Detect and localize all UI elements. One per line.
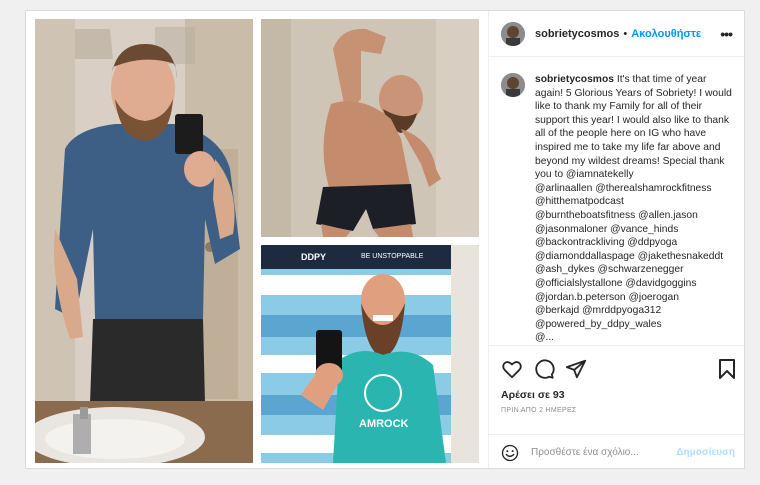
bookmark-icon[interactable] bbox=[717, 358, 737, 380]
caption-mention-line[interactable]: @arlinaallen @therealshamrockfitness bbox=[535, 182, 735, 196]
caption-mention-line[interactable]: @ash_dykes @schwarzenegger bbox=[535, 263, 735, 277]
banner-text-1: DDPY bbox=[301, 252, 326, 262]
post-header: sobrietycosmos • Ακολουθήστε ••• bbox=[489, 11, 744, 57]
paper-plane-icon[interactable] bbox=[565, 358, 587, 380]
caption-mention-line[interactable]: @hitthematpodcast bbox=[535, 195, 735, 209]
caption-mention-line[interactable]: @jasonmaloner @vance_hinds bbox=[535, 223, 735, 237]
comment-icon[interactable] bbox=[533, 358, 555, 380]
profile-avatar[interactable] bbox=[501, 21, 525, 46]
post-media[interactable]: DDPY BE UNSTOPPABLE AMROCK bbox=[26, 11, 488, 468]
header-username[interactable]: sobrietycosmos bbox=[535, 28, 619, 40]
action-icons-row bbox=[489, 346, 744, 382]
caption-avatar[interactable] bbox=[501, 73, 525, 97]
comment-box: Δημοσίευση bbox=[489, 434, 744, 468]
post-comment-button[interactable]: Δημοσίευση bbox=[676, 447, 735, 458]
caption-area[interactable]: sobrietycosmos It's that time of year ag… bbox=[489, 58, 744, 345]
caption-mention-line[interactable]: @backontrackliving @ddpyoga bbox=[535, 236, 735, 250]
comment-input[interactable] bbox=[531, 447, 671, 458]
header-separator: • bbox=[623, 27, 628, 40]
post-sidebar: sobrietycosmos • Ακολουθήστε ••• sobriet… bbox=[488, 11, 744, 468]
caption-mention-line[interactable]: @... bbox=[535, 331, 735, 345]
caption-body: It's that time of year again! 5 Glorious… bbox=[535, 74, 732, 181]
post-timestamp[interactable]: ΠΡΙΝ ΑΠΟ 2 ΗΜΕΡΕΣ bbox=[489, 401, 744, 414]
emoji-smile-icon[interactable] bbox=[501, 444, 519, 462]
before-photo bbox=[35, 19, 253, 463]
shirt-text: AMROCK bbox=[359, 418, 409, 430]
more-horizontal-icon[interactable]: ••• bbox=[720, 26, 733, 42]
caption-mention-line[interactable]: @berkajd @mrddpyoga312 bbox=[535, 304, 735, 318]
instagram-post: DDPY BE UNSTOPPABLE AMROCK sobrietycosmo… bbox=[25, 10, 745, 469]
caption-mention-line[interactable]: @burntheboatsfitness @allen.jason bbox=[535, 209, 735, 223]
caption-username[interactable]: sobrietycosmos bbox=[535, 74, 614, 85]
flex-photo bbox=[261, 19, 479, 237]
banner-text-2: BE UNSTOPPABLE bbox=[361, 253, 424, 260]
smile-photo: DDPY BE UNSTOPPABLE AMROCK bbox=[261, 245, 479, 463]
caption-mention-line[interactable]: @jordan.b.peterson @joerogan bbox=[535, 291, 735, 305]
caption-mention-line[interactable]: @diamonddallaspage @jakethesnakeddt bbox=[535, 250, 735, 264]
caption-mention-line[interactable]: @powered_by_ddpy_wales bbox=[535, 318, 735, 332]
caption-text: sobrietycosmos It's that time of year ag… bbox=[535, 73, 735, 345]
follow-button[interactable]: Ακολουθήστε bbox=[631, 28, 701, 40]
caption-mention-line[interactable]: @officialslystallone @davidgoggins bbox=[535, 277, 735, 291]
likes-count[interactable]: Αρέσει σε 93 bbox=[489, 382, 744, 401]
heart-icon[interactable] bbox=[501, 358, 523, 380]
